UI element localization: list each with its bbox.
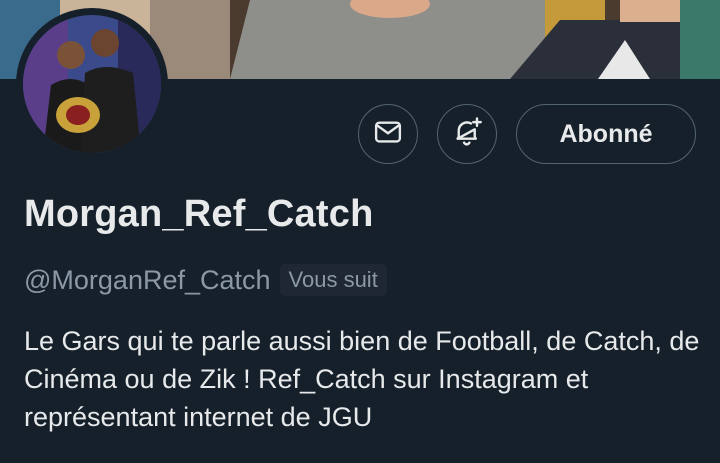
- notifications-button[interactable]: [437, 104, 497, 164]
- message-button[interactable]: [358, 104, 418, 164]
- profile-bio: Le Gars qui te parle aussi bien de Footb…: [24, 326, 700, 432]
- follows-you-badge: Vous suit: [279, 264, 387, 296]
- following-button[interactable]: Abonné: [516, 104, 696, 164]
- profile-handle: @MorganRef_Catch: [24, 264, 271, 295]
- handle-row: @MorganRef_Catch Vous suit: [24, 262, 387, 298]
- bell-plus-icon: [451, 116, 483, 153]
- profile-display-name: Morgan_Ref_Catch: [24, 193, 374, 235]
- avatar[interactable]: [23, 15, 161, 153]
- mail-icon: [373, 117, 403, 152]
